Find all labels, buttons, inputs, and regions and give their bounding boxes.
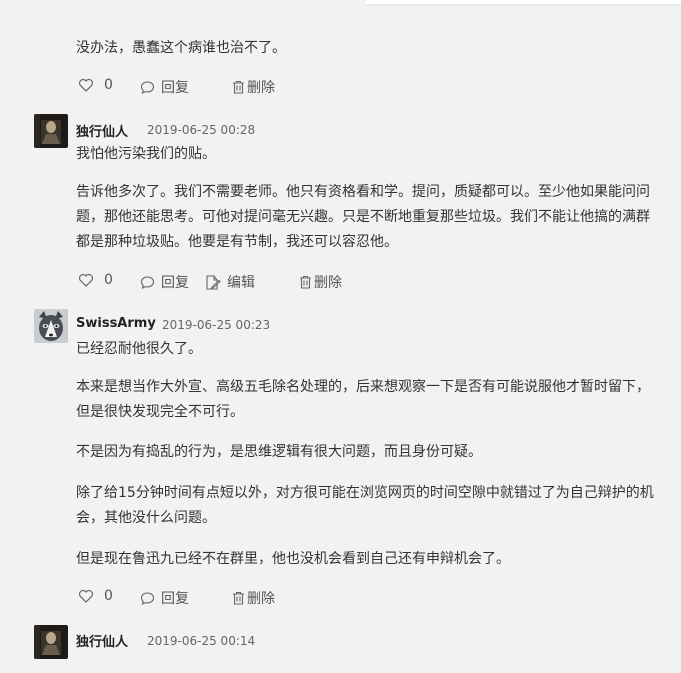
reply-button[interactable]: 回复 xyxy=(140,588,189,608)
comment-text: 没办法，愚蠢这个病谁也治不了。 xyxy=(76,40,286,56)
delete-label: 删除 xyxy=(247,80,275,96)
delete-button[interactable]: 删除 xyxy=(232,77,275,97)
comment-text: 不是因为有捣乱的行为，是思维逻辑有很大问题，而且身份可疑。 xyxy=(76,444,482,460)
comment-text: 除了给15分钟时间有点短以外，对方很可能在浏览网页的时间空隙中就错过了为自己辩护… xyxy=(76,485,654,501)
delete-button[interactable]: 删除 xyxy=(299,272,342,292)
like-count: 0 xyxy=(104,77,113,93)
husky-dog-avatar-icon xyxy=(34,309,68,343)
avatar[interactable] xyxy=(34,114,68,148)
like-count: 0 xyxy=(104,588,113,604)
trash-icon xyxy=(232,80,245,94)
speech-bubble-icon xyxy=(140,80,155,95)
edit-button[interactable]: 编辑 xyxy=(204,272,255,292)
like-button[interactable]: 0 xyxy=(78,77,113,93)
heart-icon xyxy=(78,588,94,604)
comment-text: 已经忍耐他很久了。 xyxy=(76,341,202,357)
heart-icon xyxy=(78,272,94,288)
heart-icon xyxy=(78,77,94,93)
comment-text: 我怕他污染我们的贴。 xyxy=(76,146,216,162)
delete-label: 删除 xyxy=(247,591,275,607)
like-button[interactable]: 0 xyxy=(78,588,113,604)
comment-text: 但是很快发现完全不可行。 xyxy=(76,404,244,420)
reply-button[interactable]: 回复 xyxy=(140,77,189,97)
comment-time: 2019-06-25 00:28 xyxy=(147,123,256,137)
trash-icon xyxy=(299,275,312,289)
reply-label: 回复 xyxy=(161,275,189,291)
comment-text: 会，其他没什么问题。 xyxy=(76,510,216,526)
delete-button[interactable]: 删除 xyxy=(232,588,275,608)
comment-time: 2019-06-25 00:23 xyxy=(162,318,271,332)
avatar[interactable] xyxy=(34,625,68,659)
reply-button[interactable]: 回复 xyxy=(140,272,189,292)
like-count: 0 xyxy=(104,272,113,288)
speech-bubble-icon xyxy=(140,275,155,290)
reply-label: 回复 xyxy=(161,591,189,607)
comment-text: 都是那种垃圾贴。他要是有节制，我还可以容忍他。 xyxy=(76,234,398,250)
speech-bubble-icon xyxy=(140,591,155,606)
comment-text: 但是现在鲁迅九已经不在群里，他也没机会看到自己还有申辩机会了。 xyxy=(76,551,510,567)
top-panel-edge xyxy=(365,0,681,4)
edit-icon xyxy=(204,274,221,291)
comment-text: 本来是想当作大外宣、高级五毛除名处理的，后来想观察一下是否有可能说服他才暂时留下… xyxy=(76,379,650,395)
author-name[interactable]: 独行仙人 xyxy=(76,631,128,650)
reply-label: 回复 xyxy=(161,80,189,96)
dark-portrait-avatar-icon xyxy=(34,625,68,659)
comment-text: 题，那他还能思考。可他对提问毫无兴趣。只是不断地重复那些垃圾。我们不能让他搞的满… xyxy=(76,209,650,225)
trash-icon xyxy=(232,591,245,605)
delete-label: 删除 xyxy=(314,275,342,291)
edit-label: 编辑 xyxy=(227,275,255,291)
avatar[interactable] xyxy=(34,309,68,343)
comment-text: 告诉他多次了。我们不需要老师。他只有资格看和学。提问，质疑都可以。至少他如果能问… xyxy=(76,184,650,200)
author-name[interactable]: SwissArmy xyxy=(76,316,156,331)
like-button[interactable]: 0 xyxy=(78,272,113,288)
author-name[interactable]: 独行仙人 xyxy=(76,121,128,140)
comment-time: 2019-06-25 00:14 xyxy=(147,634,256,648)
dark-portrait-avatar-icon xyxy=(34,114,68,148)
